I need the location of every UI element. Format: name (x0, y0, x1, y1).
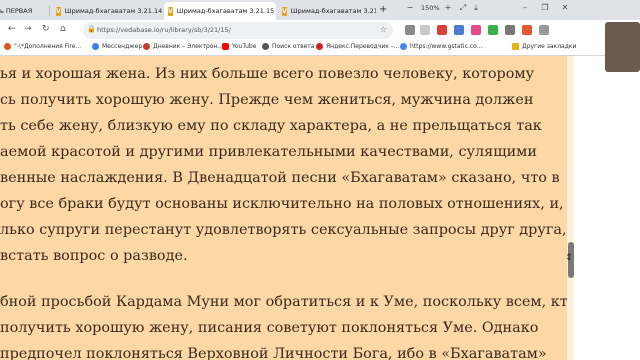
bookmark-star-icon[interactable]: ☆ (380, 25, 387, 34)
bookmark-item[interactable]: https://www.gstatic.co... (400, 43, 482, 50)
other-bookmarks[interactable]: Другие закладки (512, 43, 576, 50)
extension-icon[interactable] (437, 25, 447, 35)
minimize-icon[interactable]: – (520, 3, 530, 12)
extension-icon[interactable] (471, 25, 481, 35)
download-icon[interactable]: ⤓ (471, 3, 481, 13)
text-line: сь получить хорошую жену. Прежде чем жен… (0, 92, 534, 108)
lock-icon[interactable]: 🔒 (87, 25, 96, 33)
extension-icon[interactable] (539, 25, 549, 35)
vedabase-favicon-icon: V (282, 6, 287, 16)
zoom-out-icon[interactable]: − (405, 3, 415, 12)
text-line: венные наслаждения. В Двенадцатой песни … (0, 170, 560, 186)
tab-label: Шримад-бхагаватам 3.21.16 (290, 7, 376, 15)
url-text[interactable]: https://vedabase.io/ru/library/sb/3/21/1… (97, 26, 231, 34)
vedabase-favicon-icon: V (168, 6, 173, 16)
bookmark-item[interactable]: Дневник – Электрон... (143, 43, 223, 50)
home-icon[interactable]: ⌂ (60, 24, 66, 34)
bookmark-icon (400, 43, 407, 50)
bookmark-item[interactable]: Мессенджер (92, 43, 142, 50)
extension-icon[interactable] (420, 25, 430, 35)
scrollbar-track[interactable] (567, 56, 574, 360)
tab-label: Шримад-бхагаватам 3.21.15 (176, 7, 275, 15)
text-line: огу все браки будут основаны исключитель… (0, 196, 564, 212)
zoom-level[interactable]: 150% (421, 4, 440, 12)
tab-strip: ь ПЕРВАЯ V Шримад-бхагаватам 3.21.14 V Ш… (0, 0, 640, 20)
reload-icon[interactable]: ↻ (42, 24, 50, 34)
bookmark-label: Другие закладки (522, 43, 577, 50)
text-line: ья и хорошая жена. Из них больше всего п… (0, 66, 535, 82)
bookmark-icon (92, 43, 99, 50)
text-line: предпочел поклоняться Верховной Личности… (0, 346, 547, 360)
extension-icon[interactable] (505, 25, 515, 35)
text-line: получить хорошую жену, писания советуют … (0, 320, 539, 336)
tab-separator (49, 6, 50, 16)
window-background (574, 56, 640, 360)
extension-icon[interactable] (522, 25, 532, 35)
bookmark-icon (316, 43, 323, 50)
back-icon[interactable]: ← (8, 24, 16, 34)
text-line: ть себе жену, близкую ему по складу хара… (0, 118, 542, 134)
address-bar[interactable]: 🔒 https://vedabase.io/ru/library/sb/3/21… (83, 22, 393, 39)
bookmark-label: Яндекс.Переводчик –... (326, 43, 400, 50)
bookmark-item[interactable]: Поиск ответа (262, 43, 314, 50)
extension-icon[interactable] (405, 25, 415, 35)
bookmark-icon (4, 43, 11, 50)
zoom-in-icon[interactable]: + (443, 3, 453, 12)
forward-icon[interactable]: → (24, 24, 32, 34)
bookmark-label: "-\*Дополнения Fire... (14, 43, 82, 50)
youtube-icon (222, 43, 229, 50)
tab-3-active[interactable]: V Шримад-бхагаватам 3.21.15 ✕ (164, 2, 276, 20)
webcam-overlay (605, 22, 640, 72)
text-line: лько супруги перестанут удовлетворять се… (0, 222, 567, 238)
mouse-cursor-icon: ⇕ (565, 253, 573, 263)
bookmark-label: Дневник – Электрон... (153, 43, 224, 50)
tab-2[interactable]: V Шримад-бхагаватам 3.21.14 (52, 2, 162, 20)
bookmark-icon (143, 43, 150, 50)
folder-icon (512, 43, 519, 50)
new-tab-button[interactable]: + (379, 4, 387, 15)
page-content: ья и хорошая жена. Из них больше всего п… (0, 56, 573, 360)
extension-icon[interactable] (454, 25, 464, 35)
bookmark-label: https://www.gstatic.co... (410, 43, 483, 50)
text-line: аемой красотой и другими привлекательным… (0, 144, 537, 160)
bookmark-item[interactable]: Яндекс.Переводчик –... (316, 43, 400, 50)
restore-icon[interactable]: ❐ (540, 3, 550, 12)
bookmark-item[interactable]: YouTube (222, 43, 256, 50)
bookmarks-bar: "-\*Дополнения Fire... Мессенджер Дневни… (0, 41, 640, 56)
bookmark-item[interactable]: "-\*Дополнения Fire... (4, 43, 81, 50)
vedabase-favicon-icon: V (56, 6, 61, 16)
bookmark-label: YouTube (232, 43, 257, 50)
bookmark-label: Мессенджер (102, 43, 143, 50)
tab-4[interactable]: V Шримад-бхагаватам 3.21.16 (278, 2, 376, 20)
text-line: встать вопрос о разводе. (0, 248, 188, 264)
tab-label: ь ПЕРВАЯ (0, 7, 33, 15)
navigation-bar: ← → ↻ ⌂ 🔒 https://vedabase.io/ru/library… (0, 20, 640, 41)
text-line: бной просьбой Кардама Муни мог обратитьс… (0, 294, 573, 310)
fullscreen-icon[interactable]: ⤢ (458, 3, 468, 13)
tab-label: Шримад-бхагаватам 3.21.14 (64, 7, 162, 15)
close-window-icon[interactable]: ✕ (560, 3, 570, 12)
bookmark-icon (262, 43, 269, 50)
extension-icon[interactable] (488, 25, 498, 35)
bookmark-label: Поиск ответа (272, 43, 315, 50)
tab-1[interactable]: ь ПЕРВАЯ (0, 2, 48, 20)
